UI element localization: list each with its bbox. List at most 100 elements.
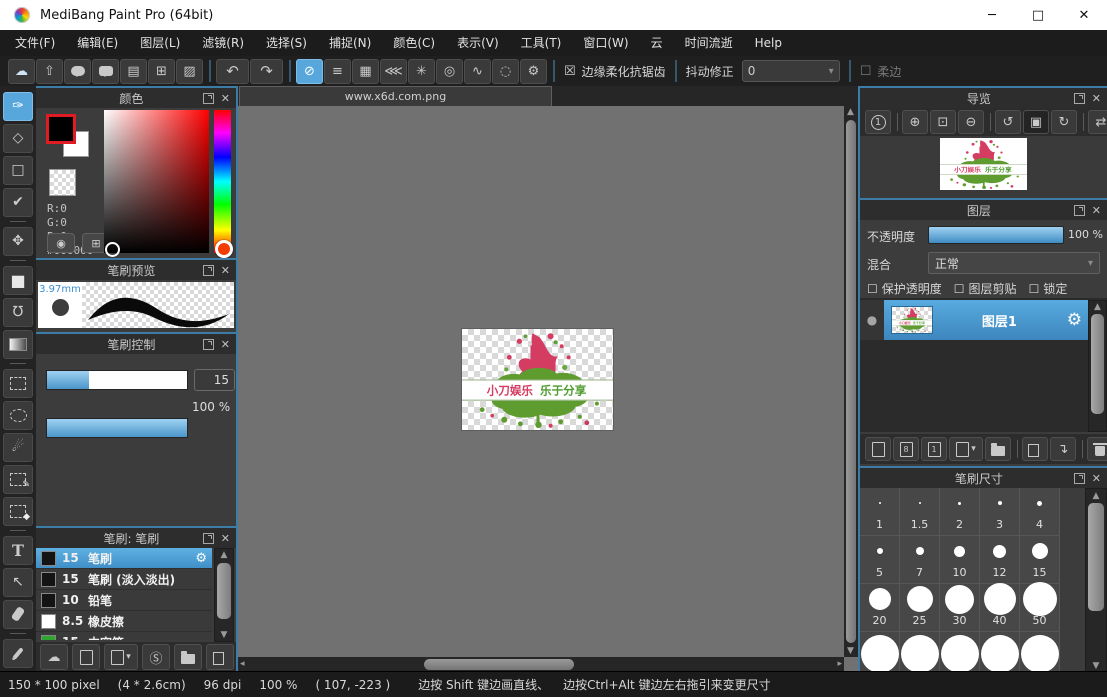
close-icon[interactable]: ✕ xyxy=(1092,92,1101,105)
duplicate-layer-button[interactable] xyxy=(1022,437,1048,461)
brush-size-cell[interactable]: 15 xyxy=(1020,536,1060,584)
cloud-button[interactable]: ☁ xyxy=(8,59,35,84)
brush-size-scrollbar[interactable]: ▲ ▼ xyxy=(1085,488,1107,672)
snap-ellipse-button[interactable]: ◌ xyxy=(492,59,519,84)
magic-wand-tool[interactable]: ☄ xyxy=(3,433,33,462)
scroll-up-icon[interactable]: ▲ xyxy=(1089,301,1106,313)
menu-view[interactable]: 表示(V) xyxy=(446,30,510,56)
navigator-view[interactable] xyxy=(860,136,1107,198)
scrollbar-thumb[interactable] xyxy=(846,120,856,643)
brush-list-item[interactable]: 15 笔刷 (淡入淡出) xyxy=(36,569,212,590)
brush-script-button[interactable]: Ⓢ xyxy=(142,644,170,670)
menu-select[interactable]: 选择(S) xyxy=(255,30,318,56)
blend-mode-dropdown[interactable]: 正常 ▾ xyxy=(928,252,1100,274)
canvas-vertical-scrollbar[interactable]: ▲ ▼ xyxy=(844,106,858,657)
rotate-left-button[interactable]: ↺ xyxy=(995,110,1021,134)
rotate-reset-button[interactable]: ▣ xyxy=(1023,110,1049,134)
scroll-up-icon[interactable]: ▲ xyxy=(1086,490,1106,502)
brush-size-cell[interactable]: 2 xyxy=(940,488,980,536)
undo-button[interactable]: ↶ xyxy=(216,59,249,84)
zoom-100-button[interactable]: 1 xyxy=(865,110,891,134)
close-icon[interactable]: ✕ xyxy=(221,338,230,351)
brush-size-cell[interactable]: 12 xyxy=(980,536,1020,584)
popout-icon[interactable] xyxy=(1074,205,1085,216)
brush-duplicate-button[interactable] xyxy=(206,644,234,670)
scroll-down-icon[interactable]: ▼ xyxy=(847,646,854,656)
eraser-tool[interactable]: ◇ xyxy=(3,124,33,153)
close-button[interactable]: ✕ xyxy=(1061,0,1107,30)
popout-icon[interactable] xyxy=(203,93,214,104)
divide-tool[interactable] xyxy=(3,600,33,629)
snap-curve-button[interactable]: ∿ xyxy=(464,59,491,84)
scroll-left-icon[interactable]: ◂ xyxy=(240,659,245,669)
brush-folder-button[interactable] xyxy=(174,644,202,670)
brush-size-cell[interactable] xyxy=(860,632,900,672)
hue-indicator[interactable] xyxy=(215,240,233,258)
new-8bit-layer-button[interactable]: 8 xyxy=(893,437,919,461)
brush-list-scrollbar[interactable]: ▲ ▼ xyxy=(214,548,234,642)
scrollbar-thumb[interactable] xyxy=(217,563,231,619)
menu-snap[interactable]: 捕捉(N) xyxy=(318,30,382,56)
snap-off-button[interactable]: ⊘ xyxy=(296,59,323,84)
share-button[interactable]: ⇧ xyxy=(36,59,63,84)
scroll-up-icon[interactable]: ▲ xyxy=(847,107,854,117)
brush-tool[interactable]: ✑ xyxy=(3,92,33,121)
zoom-out-button[interactable]: ⊖ xyxy=(958,110,984,134)
popout-icon[interactable] xyxy=(1074,473,1085,484)
move-tool[interactable]: ✥ xyxy=(3,227,33,256)
select-eraser-tool[interactable]: ◆ xyxy=(3,497,33,526)
close-icon[interactable]: ✕ xyxy=(221,532,230,545)
transparent-color-swatch[interactable] xyxy=(49,169,76,196)
edit-panel-button[interactable]: ▨ xyxy=(176,59,203,84)
close-icon[interactable]: ✕ xyxy=(221,92,230,105)
snap-grid-button[interactable]: ▦ xyxy=(352,59,379,84)
menu-tools[interactable]: 工具(T) xyxy=(510,30,573,56)
menu-window[interactable]: 窗口(W) xyxy=(572,30,639,56)
brush-size-cell[interactable]: 3 xyxy=(980,488,1020,536)
brush-size-slider[interactable] xyxy=(46,370,188,390)
brush-settings-gear-icon[interactable]: ⚙ xyxy=(195,551,207,566)
snap-parallel-button[interactable]: ≡ xyxy=(324,59,351,84)
brush-size-cell[interactable]: 1 xyxy=(860,488,900,536)
shape-tool[interactable]: □ xyxy=(3,156,33,185)
menu-help[interactable]: Help xyxy=(744,30,793,56)
brush-opacity-slider[interactable] xyxy=(46,418,188,438)
canvas-tab[interactable]: www.x6d.com.png xyxy=(239,86,552,106)
brush-size-value[interactable]: 15 xyxy=(194,369,235,391)
brush-size-cell[interactable]: 10 xyxy=(940,536,980,584)
snap-vanishing-button[interactable]: ⋘ xyxy=(380,59,407,84)
gradient-tool[interactable] xyxy=(3,330,33,359)
layer-list-scrollbar[interactable]: ▲ xyxy=(1088,300,1107,432)
select-pen-tool[interactable]: ✎ xyxy=(3,465,33,494)
delete-layer-button[interactable] xyxy=(1087,437,1107,461)
lock-checkbox[interactable]: ☐锁定 xyxy=(1029,280,1068,297)
brush-size-cell[interactable]: 7 xyxy=(900,536,940,584)
snap-concentric-button[interactable]: ◎ xyxy=(436,59,463,84)
menu-cloud[interactable]: 云 xyxy=(640,30,674,56)
protect-alpha-checkbox[interactable]: ☐保护透明度 xyxy=(867,280,942,297)
palette-button[interactable]: ◉ xyxy=(47,233,75,253)
new-layer-button[interactable] xyxy=(865,437,891,461)
brush-size-cell[interactable] xyxy=(940,632,980,672)
brush-size-cell[interactable]: 30 xyxy=(940,584,980,632)
saturation-value-picker[interactable] xyxy=(104,110,209,253)
stabilizer-dropdown[interactable]: 0 ▾ xyxy=(742,60,840,82)
brush-size-cell[interactable]: 40 xyxy=(980,584,1020,632)
menu-timelapse[interactable]: 时间流逝 xyxy=(674,30,744,56)
window-settings-button[interactable]: ⊞ xyxy=(148,59,175,84)
close-icon[interactable]: ✕ xyxy=(1092,204,1101,217)
brush-size-cell[interactable]: 25 xyxy=(900,584,940,632)
brush-add-button[interactable]: ▾ xyxy=(104,644,138,670)
hue-slider[interactable] xyxy=(214,110,231,253)
menu-edit[interactable]: 编辑(E) xyxy=(66,30,129,56)
antialias-checkbox[interactable]: ☒ xyxy=(564,64,576,79)
close-icon[interactable]: ✕ xyxy=(221,264,230,277)
brush-size-cell[interactable] xyxy=(1020,632,1060,672)
brush-size-cell[interactable]: 20 xyxy=(860,584,900,632)
close-icon[interactable]: ✕ xyxy=(1092,472,1101,485)
merge-layer-button[interactable]: ↴ xyxy=(1050,437,1076,461)
popout-icon[interactable] xyxy=(203,339,214,350)
rotate-right-button[interactable]: ↻ xyxy=(1051,110,1077,134)
scrollbar-thumb[interactable] xyxy=(1091,314,1104,414)
operation-tool[interactable]: ↖ xyxy=(3,568,33,597)
